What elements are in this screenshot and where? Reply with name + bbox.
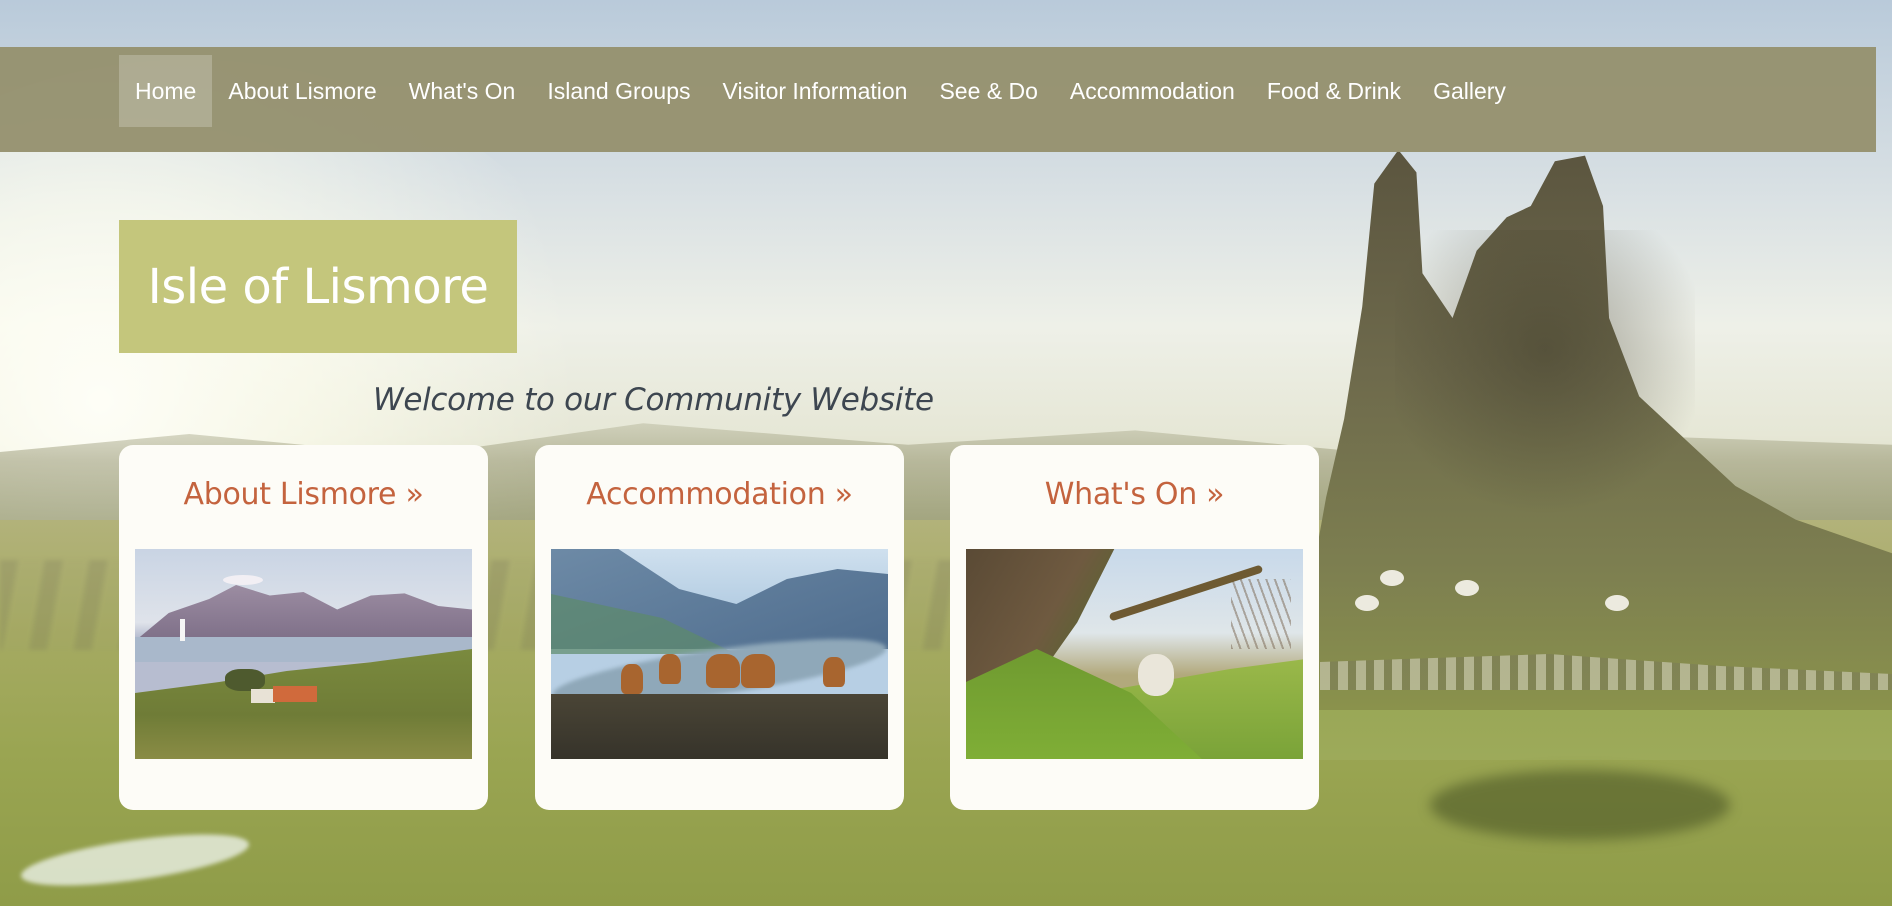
- card-title-accommodation[interactable]: Accommodation »: [535, 477, 904, 512]
- nav-item-visitor-information[interactable]: Visitor Information: [707, 55, 924, 127]
- nav-item-see-and-do[interactable]: See & Do: [923, 55, 1053, 127]
- nav-item-island-groups[interactable]: Island Groups: [531, 55, 706, 127]
- card-image-highland-cattle[interactable]: [551, 549, 888, 759]
- nav-menu: Home About Lismore What's On Island Grou…: [119, 55, 1522, 127]
- nav-item-about-lismore[interactable]: About Lismore: [212, 55, 392, 127]
- tagline: Welcome to our Community Website: [373, 382, 934, 418]
- castle-shade: [1395, 230, 1695, 530]
- card-image-lighthouse-landscape[interactable]: [135, 549, 472, 759]
- card-accommodation[interactable]: Accommodation »: [535, 445, 904, 810]
- card-about-lismore[interactable]: About Lismore »: [119, 445, 488, 810]
- main-navigation: Home About Lismore What's On Island Grou…: [0, 47, 1876, 152]
- nav-item-food-and-drink[interactable]: Food & Drink: [1251, 55, 1417, 127]
- nav-item-whats-on[interactable]: What's On: [393, 55, 532, 127]
- sheep: [1355, 595, 1379, 611]
- sheep: [1455, 580, 1479, 596]
- nav-item-home[interactable]: Home: [119, 55, 213, 127]
- ground-shadow: [1430, 770, 1730, 840]
- card-image-sheep-under-tree[interactable]: [966, 549, 1303, 759]
- sheep: [1380, 570, 1404, 586]
- site-title-box[interactable]: Isle of Lismore: [119, 220, 517, 353]
- card-title-about-lismore[interactable]: About Lismore »: [119, 477, 488, 512]
- nav-item-accommodation[interactable]: Accommodation: [1054, 55, 1251, 127]
- sheep: [1605, 595, 1629, 611]
- card-whats-on[interactable]: What's On »: [950, 445, 1319, 810]
- card-title-whats-on[interactable]: What's On »: [950, 477, 1319, 512]
- nav-item-gallery[interactable]: Gallery: [1417, 55, 1522, 127]
- site-title: Isle of Lismore: [147, 258, 489, 315]
